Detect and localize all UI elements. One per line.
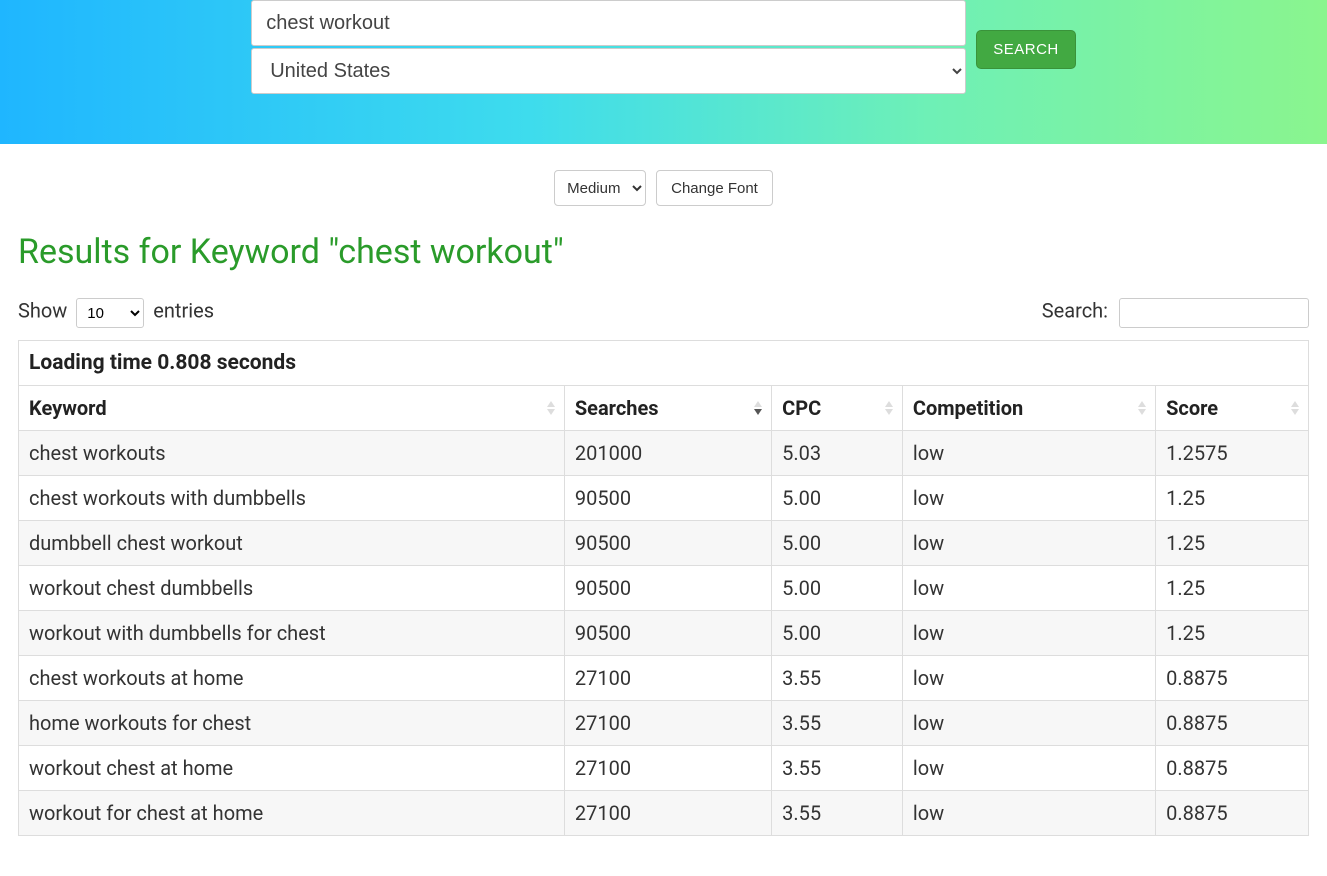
column-header-label: Score xyxy=(1166,396,1218,420)
cell-score: 1.25 xyxy=(1156,611,1309,656)
cell-searches: 27100 xyxy=(564,701,771,746)
table-row: workout chest dumbbells905005.00low1.25 xyxy=(19,566,1309,611)
cell-cpc: 3.55 xyxy=(772,791,903,836)
loading-time-row: Loading time 0.808 seconds xyxy=(19,341,1309,386)
cell-keyword: chest workouts at home xyxy=(19,656,565,701)
cell-cpc: 5.00 xyxy=(772,566,903,611)
cell-cpc: 3.55 xyxy=(772,746,903,791)
search-button[interactable]: SEARCH xyxy=(976,30,1076,69)
hero-search-panel: United States SEARCH xyxy=(0,0,1327,144)
table-row: chest workouts with dumbbells905005.00lo… xyxy=(19,476,1309,521)
loading-time-text: Loading time 0.808 seconds xyxy=(19,341,1309,386)
cell-cpc: 3.55 xyxy=(772,701,903,746)
table-row: workout chest at home271003.55low0.8875 xyxy=(19,746,1309,791)
entries-per-page-select[interactable]: 10 xyxy=(76,298,144,328)
column-header-label: Keyword xyxy=(29,396,107,420)
font-size-select[interactable]: Medium xyxy=(554,170,646,206)
cell-keyword: workout with dumbbells for chest xyxy=(19,611,565,656)
sort-icon xyxy=(753,400,763,416)
cell-keyword: chest workouts with dumbbells xyxy=(19,476,565,521)
cell-competition: low xyxy=(902,431,1155,476)
cell-cpc: 5.00 xyxy=(772,521,903,566)
sort-icon xyxy=(1137,400,1147,416)
cell-searches: 201000 xyxy=(564,431,771,476)
cell-score: 0.8875 xyxy=(1156,791,1309,836)
cell-keyword: workout chest dumbbells xyxy=(19,566,565,611)
cell-score: 1.25 xyxy=(1156,566,1309,611)
table-body: chest workouts2010005.03low1.2575chest w… xyxy=(19,431,1309,836)
cell-competition: low xyxy=(902,521,1155,566)
cell-score: 1.25 xyxy=(1156,476,1309,521)
sort-icon xyxy=(884,400,894,416)
search-inputs-column: United States xyxy=(251,0,966,94)
cell-score: 0.8875 xyxy=(1156,701,1309,746)
cell-cpc: 5.00 xyxy=(772,611,903,656)
results-content: Results for Keyword "chest workout" Show… xyxy=(0,232,1327,876)
cell-cpc: 5.03 xyxy=(772,431,903,476)
cell-cpc: 5.00 xyxy=(772,476,903,521)
search-row: United States SEARCH xyxy=(0,0,1327,94)
cell-keyword: chest workouts xyxy=(19,431,565,476)
cell-keyword: home workouts for chest xyxy=(19,701,565,746)
show-entries-label-before: Show xyxy=(18,299,67,323)
show-entries-control: Show 10 entries xyxy=(18,298,214,328)
cell-score: 1.25 xyxy=(1156,521,1309,566)
cell-keyword: workout for chest at home xyxy=(19,791,565,836)
keyword-input[interactable] xyxy=(251,0,966,46)
results-heading: Results for Keyword "chest workout" xyxy=(18,232,1309,272)
cell-searches: 90500 xyxy=(564,611,771,656)
cell-competition: low xyxy=(902,746,1155,791)
results-table: Loading time 0.808 seconds Keyword Search… xyxy=(18,340,1309,836)
change-font-button[interactable]: Change Font xyxy=(656,170,773,206)
table-row: workout with dumbbells for chest905005.0… xyxy=(19,611,1309,656)
cell-searches: 27100 xyxy=(564,746,771,791)
cell-competition: low xyxy=(902,656,1155,701)
cell-keyword: workout chest at home xyxy=(19,746,565,791)
table-row: chest workouts at home271003.55low0.8875 xyxy=(19,656,1309,701)
cell-competition: low xyxy=(902,611,1155,656)
cell-score: 0.8875 xyxy=(1156,746,1309,791)
cell-searches: 90500 xyxy=(564,476,771,521)
column-header-label: Competition xyxy=(913,396,1023,420)
cell-keyword: dumbbell chest workout xyxy=(19,521,565,566)
cell-competition: low xyxy=(902,566,1155,611)
table-row: dumbbell chest workout905005.00low1.25 xyxy=(19,521,1309,566)
font-controls-row: Medium Change Font xyxy=(0,144,1327,224)
cell-score: 1.2575 xyxy=(1156,431,1309,476)
cell-searches: 90500 xyxy=(564,566,771,611)
cell-competition: low xyxy=(902,476,1155,521)
cell-searches: 27100 xyxy=(564,656,771,701)
table-search-control: Search: xyxy=(1042,298,1309,328)
column-header[interactable]: Keyword xyxy=(19,386,565,431)
cell-competition: low xyxy=(902,701,1155,746)
column-header-label: Searches xyxy=(575,396,659,420)
cell-searches: 27100 xyxy=(564,791,771,836)
table-row: workout for chest at home271003.55low0.8… xyxy=(19,791,1309,836)
sort-icon xyxy=(546,400,556,416)
column-header[interactable]: Competition xyxy=(902,386,1155,431)
table-controls-row: Show 10 entries Search: xyxy=(18,298,1309,328)
column-header[interactable]: CPC xyxy=(772,386,903,431)
cell-score: 0.8875 xyxy=(1156,656,1309,701)
table-search-label: Search: xyxy=(1042,299,1108,323)
cell-cpc: 3.55 xyxy=(772,656,903,701)
country-select[interactable]: United States xyxy=(251,48,966,94)
table-header-row: Keyword Searches CPC Competition Score xyxy=(19,386,1309,431)
sort-icon xyxy=(1290,400,1300,416)
table-search-input[interactable] xyxy=(1119,298,1309,328)
column-header[interactable]: Searches xyxy=(564,386,771,431)
cell-competition: low xyxy=(902,791,1155,836)
table-row: home workouts for chest271003.55low0.887… xyxy=(19,701,1309,746)
column-header-label: CPC xyxy=(782,396,821,420)
show-entries-label-after: entries xyxy=(153,299,214,323)
cell-searches: 90500 xyxy=(564,521,771,566)
table-row: chest workouts2010005.03low1.2575 xyxy=(19,431,1309,476)
column-header[interactable]: Score xyxy=(1156,386,1309,431)
